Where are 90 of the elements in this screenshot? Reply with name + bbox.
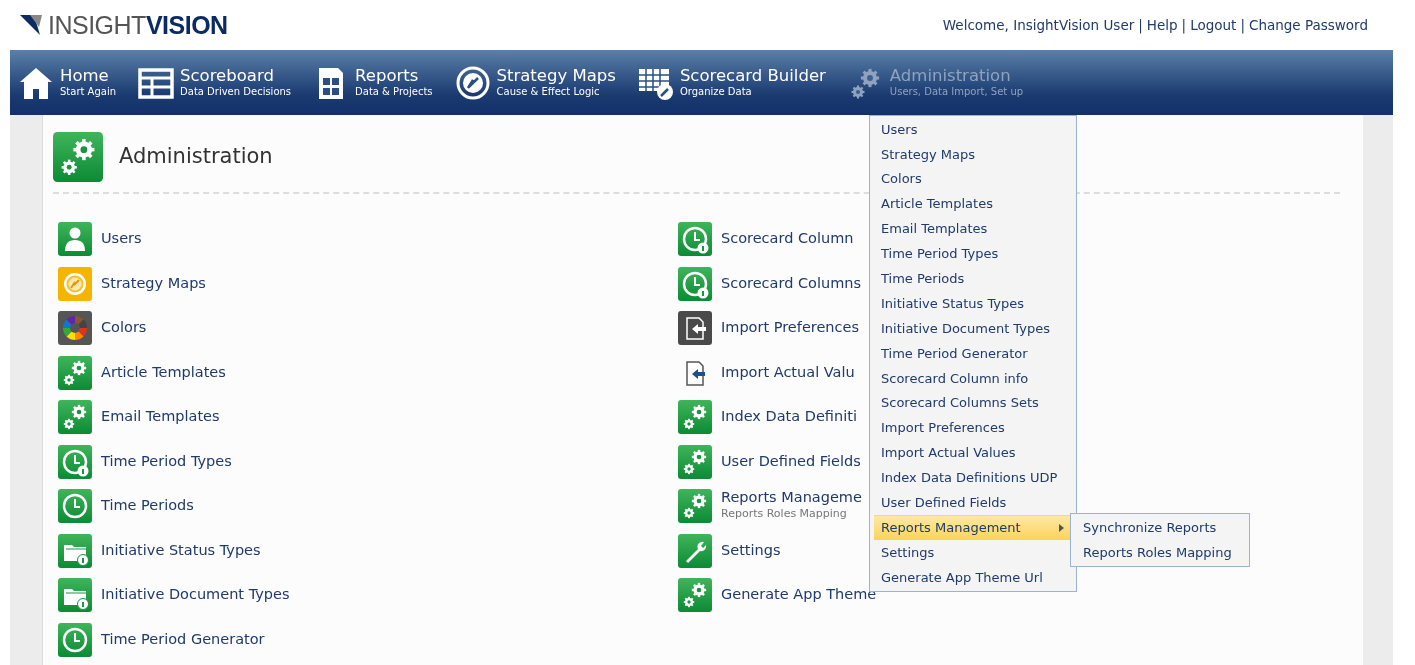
admin-link[interactable]: Strategy Maps	[101, 275, 206, 292]
menu-item[interactable]: Colors	[874, 166, 1072, 192]
clock-icon	[58, 489, 92, 524]
import-icon	[678, 311, 712, 346]
separator: |	[1240, 16, 1245, 33]
menu-item[interactable]: Generate App Theme Url	[874, 565, 1072, 590]
page-title: Administration	[119, 143, 273, 171]
admin-link[interactable]: Settings	[721, 542, 781, 559]
nav-item[interactable]: Administration Users, Data Import, Set up	[847, 64, 1024, 101]
separator: |	[1181, 16, 1187, 33]
admin-link[interactable]: Import Actual Valu	[721, 364, 855, 381]
menu-item[interactable]: Time Periods	[874, 266, 1072, 292]
nav-subtitle: Users, Data Import, Set up	[889, 85, 1024, 99]
admin-link[interactable]: User Defined Fields	[721, 453, 861, 470]
header-link[interactable]: Logout	[1190, 16, 1237, 33]
nav-subtitle: Cause & Effect Logic	[496, 85, 601, 99]
menu-item[interactable]: Initiative Document Types	[874, 316, 1072, 341]
clock-info-icon	[678, 266, 712, 301]
menu-item[interactable]: Reports Management	[874, 515, 1072, 541]
submenu-item[interactable]: Synchronize Reports	[1071, 515, 1249, 540]
menu-item[interactable]: Time Period Types	[874, 241, 1072, 267]
nav-title: Strategy Maps	[496, 66, 616, 86]
compass-icon	[454, 64, 491, 101]
gears-icon	[678, 578, 712, 613]
admin-link[interactable]: Index Data Definiti	[721, 409, 857, 426]
admin-link[interactable]: Article Templates	[101, 364, 226, 381]
menu-item[interactable]: Settings	[874, 540, 1072, 566]
target-icon	[58, 266, 92, 301]
admin-link[interactable]: Initiative Status Types	[101, 542, 261, 559]
logo-icon	[20, 13, 44, 37]
menu-item[interactable]: Import Preferences	[874, 415, 1072, 441]
header-link[interactable]: Change Password	[1248, 16, 1368, 33]
clock-info-icon	[678, 222, 712, 257]
gears-icon	[678, 489, 712, 524]
header-link[interactable]: Help	[1146, 16, 1178, 33]
nav-title: Scoreboard	[180, 66, 275, 86]
admin-link[interactable]: Time Period Generator	[101, 631, 265, 648]
folder-icon	[58, 533, 92, 568]
nav-item[interactable]: Scoreboard Data Driven Decisions	[138, 64, 292, 101]
nav-subtitle: Organize Data	[679, 85, 753, 99]
nav-title: Scorecard Builder	[679, 66, 826, 86]
nav-item[interactable]: Reports Data & Projects	[313, 64, 433, 101]
link-subtitle: Reports Roles Mapping	[721, 505, 848, 522]
menu-item[interactable]: Users	[874, 117, 1072, 142]
nav-title: Home	[60, 66, 110, 86]
menu-item[interactable]: Time Period Generator	[874, 341, 1072, 366]
admin-link[interactable]: Time Periods	[101, 498, 194, 515]
admin-link[interactable]: Time Period Types	[101, 453, 232, 470]
menu-item[interactable]: User Defined Fields	[874, 490, 1072, 516]
nav-title: Reports	[355, 66, 420, 86]
clock-info-icon	[58, 444, 92, 479]
gears-icon	[678, 400, 712, 435]
folder-icon	[58, 578, 92, 613]
admin-link[interactable]: Scorecard Columns	[721, 275, 862, 292]
wrench-icon	[678, 533, 712, 568]
menu-item[interactable]: Strategy Maps	[874, 141, 1072, 167]
nav-item[interactable]: Home Start Again	[18, 64, 117, 101]
menu-item[interactable]: Scorecard Columns Sets	[874, 390, 1072, 416]
brand-name: INSIGHTVISION	[48, 12, 228, 38]
clock-icon	[58, 622, 92, 657]
gears-icon	[53, 132, 103, 182]
nav-item[interactable]: Strategy Maps Cause & Effect Logic	[454, 64, 616, 101]
nav-subtitle: Data Driven Decisions	[180, 85, 292, 99]
admin-link[interactable]: Users	[101, 231, 142, 248]
admin-link[interactable]: Colors	[101, 320, 147, 337]
menu-item[interactable]: Email Templates	[874, 216, 1072, 242]
gears-icon	[58, 400, 92, 435]
separator: |	[1138, 16, 1143, 33]
menu-item[interactable]: Import Actual Values	[874, 440, 1072, 466]
gears-icon	[678, 444, 712, 479]
color-wheel-icon	[58, 311, 92, 346]
menu-item[interactable]: Index Data Definitions UDP	[874, 465, 1072, 491]
submenu-arrow-icon	[1059, 524, 1064, 533]
admin-link[interactable]: Generate App Theme	[721, 587, 877, 604]
nav-item[interactable]: Scorecard Builder Organize Data	[637, 64, 826, 101]
gears-icon	[58, 355, 92, 390]
admin-link[interactable]: Scorecard Column	[721, 231, 854, 248]
admin-link[interactable]: Reports Manageme	[721, 490, 862, 506]
menu-item[interactable]: Article Templates	[874, 191, 1072, 217]
nav-title: Administration	[889, 66, 1012, 86]
person-icon	[58, 222, 92, 257]
welcome-text: Welcome, InsightVision User	[942, 16, 1135, 33]
nav-subtitle: Data & Projects	[355, 85, 433, 99]
admin-link[interactable]: Email Templates	[101, 409, 220, 426]
admin-link[interactable]: Import Preferences	[721, 320, 859, 337]
admin-link[interactable]: Initiative Document Types	[101, 587, 290, 604]
nav-subtitle: Start Again	[60, 85, 117, 99]
menu-item[interactable]: Scorecard Column info	[874, 365, 1072, 391]
menu-item[interactable]: Initiative Status Types	[874, 291, 1072, 317]
submenu-item[interactable]: Reports Roles Mapping	[1071, 540, 1249, 565]
